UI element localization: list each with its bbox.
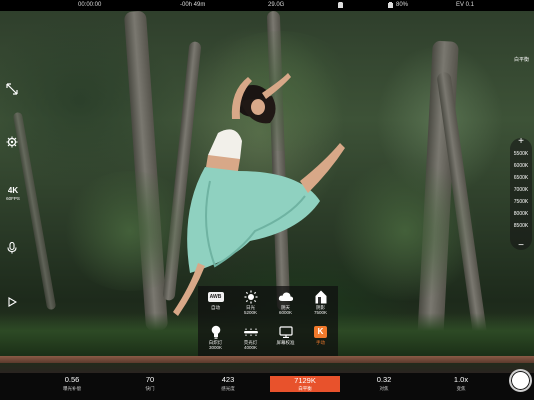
remaining-time: -00h 49m (180, 2, 206, 8)
bulb-icon (211, 325, 220, 339)
wb-tick: 6000K (513, 163, 529, 169)
param-value: 7129K (294, 376, 316, 385)
wb-preset-label: 屏幕校准 (276, 340, 295, 345)
wb-preset-shade[interactable]: 阴影 7500K (303, 288, 338, 320)
fluorescent-icon (243, 328, 258, 336)
wb-kelvin-slider[interactable]: + 5500K 6000K 6500K 7000K 7500K 8000K 85… (510, 136, 532, 251)
wb-preset-kelvin: 3000K (208, 345, 222, 350)
play-icon[interactable] (5, 295, 19, 309)
card-icon (338, 2, 343, 10)
param-focus[interactable]: 0.32 对焦 (349, 375, 419, 392)
cloud-icon (278, 292, 293, 301)
param-value: 423 (221, 375, 235, 384)
wb-preset-screen-calibrate[interactable]: 屏幕校准 (268, 323, 303, 355)
wb-preset-kelvin: 7500K (313, 310, 327, 315)
param-value: 1.0x (453, 375, 469, 384)
wb-preset-kelvin: 6000K (278, 310, 292, 315)
wb-preset-panel: AWB 自动 日光 5200K 阴天 6000K 阴影 7500K 白炽灯 30… (198, 286, 338, 356)
param-shutter[interactable]: 70 快门 (115, 375, 185, 392)
sun-icon (244, 290, 257, 303)
wb-scale-title: 白平衡 (513, 57, 529, 63)
param-white-balance[interactable]: 7129K 白平衡 (270, 376, 340, 392)
param-iso[interactable]: 423 感光度 (193, 375, 263, 392)
wb-preset-auto[interactable]: AWB 自动 (198, 288, 233, 320)
param-name: 曝光补偿 (63, 386, 81, 391)
wb-tick: 7500K (513, 199, 529, 205)
wb-increase-button[interactable]: + (510, 136, 532, 147)
wb-tick: 7000K (513, 187, 529, 193)
exposure-value: EV 0.1 (456, 2, 475, 8)
screen-calibrate-icon (278, 325, 293, 338)
param-name: 快门 (145, 386, 155, 391)
wb-preset-incandescent[interactable]: 白炽灯 3000K (198, 323, 233, 355)
wb-tick: 5500K (513, 151, 529, 157)
expand-icon[interactable] (5, 82, 19, 96)
param-name: 感光度 (221, 386, 235, 391)
k-manual-icon: K (314, 325, 327, 338)
param-exposure-compensation[interactable]: 0.56 曝光补偿 (37, 375, 107, 392)
wb-decrease-button[interactable]: − (510, 240, 532, 251)
wb-preset-manual[interactable]: K 手动 (303, 323, 338, 355)
wb-preset-fluorescent[interactable]: 荧光灯 4000K (233, 323, 268, 355)
battery-icon (388, 2, 393, 10)
wb-preset-kelvin: 4000K (243, 345, 257, 350)
wb-preset-label: 自动 (211, 305, 220, 310)
param-name: 白平衡 (298, 386, 312, 391)
timecode: 00:00:00 (78, 2, 102, 8)
parameter-bar: 0.56 曝光补偿 70 快门 423 感光度 7129K 白平衡 0.32 对… (0, 373, 534, 400)
awb-icon: AWB (207, 291, 224, 302)
wb-tick: 8000K (513, 211, 529, 217)
record-button[interactable] (509, 369, 532, 392)
storage-free: 29.0G (268, 2, 285, 8)
param-value: 70 (145, 375, 155, 384)
microphone-icon[interactable] (5, 241, 19, 255)
wb-preset-daylight[interactable]: 日光 5200K (233, 288, 268, 320)
frame-rate-label: 60FPS (6, 196, 20, 201)
gear-icon[interactable] (5, 135, 19, 149)
shade-icon (315, 290, 326, 303)
param-value: 0.32 (376, 375, 392, 384)
resolution-badge[interactable]: 4K 60FPS (3, 186, 23, 201)
wb-preset-label: 手动 (316, 340, 325, 345)
wb-tick: 6500K (513, 175, 529, 181)
param-value: 0.56 (64, 375, 80, 384)
param-name: 对焦 (379, 386, 389, 391)
wb-preset-kelvin: 5200K (243, 310, 257, 315)
battery-percent: 80% (396, 2, 409, 8)
wb-preset-cloudy[interactable]: 阴天 6000K (268, 288, 303, 320)
resolution-label: 4K (7, 186, 19, 195)
wb-tick: 8500K (513, 223, 529, 229)
param-name: 变焦 (456, 386, 466, 391)
status-bar: 00:00:00 -00h 49m 29.0G 80% EV 0.1 (0, 0, 534, 11)
param-zoom[interactable]: 1.0x 变焦 (426, 375, 496, 392)
